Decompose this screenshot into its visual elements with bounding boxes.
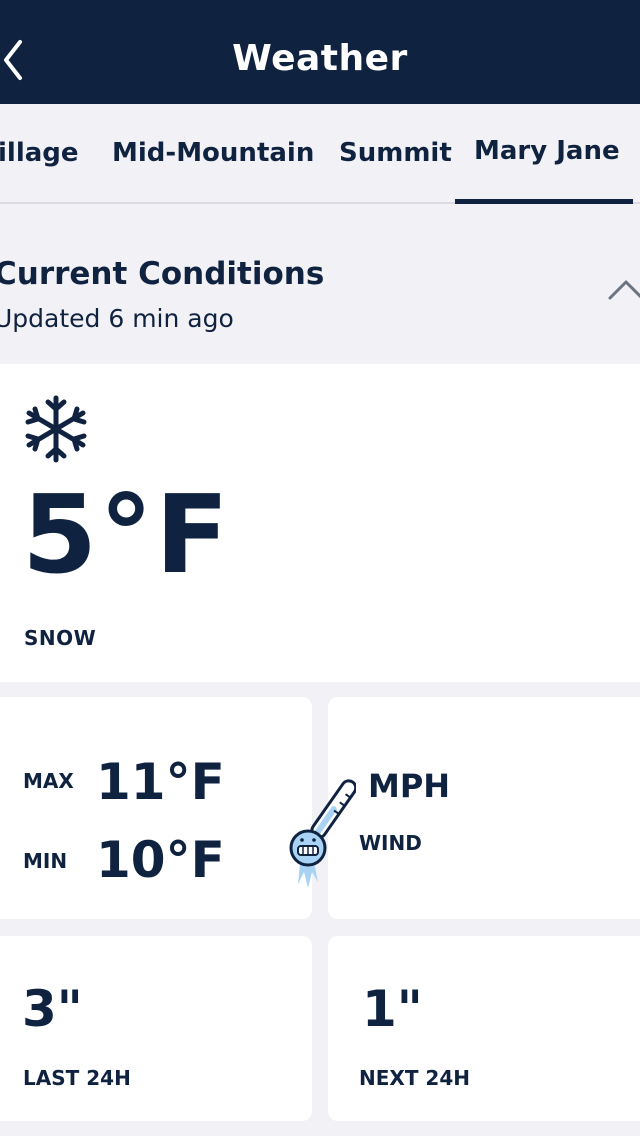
chevron-up-icon	[608, 280, 640, 300]
snowfall-next-label: NEXT 24H	[359, 1066, 470, 1090]
wind-card: MPH WIND	[328, 697, 640, 919]
snowfall-last-value: 3"	[22, 980, 83, 1038]
snowflake-icon	[25, 395, 87, 463]
current-conditions-card: 5°F SNOW	[0, 364, 640, 682]
max-label: MAX	[23, 769, 74, 793]
condition-label: SNOW	[24, 626, 97, 650]
min-temperature: 10°F	[96, 831, 225, 889]
tab-village[interactable]: illage	[0, 138, 79, 168]
snowfall-next-value: 1"	[362, 980, 423, 1038]
tab-mary-jane[interactable]: Mary Jane	[474, 136, 620, 166]
tab-mid-mountain[interactable]: Mid-Mountain	[112, 138, 314, 168]
min-label: MIN	[23, 849, 68, 873]
wind-label: WIND	[359, 831, 422, 855]
app-header: Weather	[0, 0, 640, 104]
section-title: Current Conditions	[0, 256, 325, 292]
snowfall-last-label: LAST 24H	[23, 1066, 131, 1090]
tab-summit[interactable]: Summit	[339, 138, 452, 168]
max-temperature: 11°F	[96, 753, 225, 811]
wind-value: MPH	[368, 767, 451, 805]
snowfall-next-24h-card: 1" NEXT 24H	[328, 936, 640, 1121]
temperature-range-card: MAX 11°F MIN 10°F	[0, 697, 312, 919]
current-temperature: 5°F	[22, 473, 231, 598]
thermometer-icon	[289, 779, 356, 888]
snowfall-last-24h-card: 3" LAST 24H	[0, 936, 312, 1121]
location-tabs: illage Mid-Mountain Summit Mary Jane	[0, 104, 640, 204]
current-conditions-header[interactable]: Current Conditions Updated 6 min ago	[0, 204, 640, 364]
page-title: Weather	[232, 38, 408, 79]
updated-timestamp: Updated 6 min ago	[0, 304, 234, 333]
collapse-button[interactable]	[606, 274, 640, 304]
